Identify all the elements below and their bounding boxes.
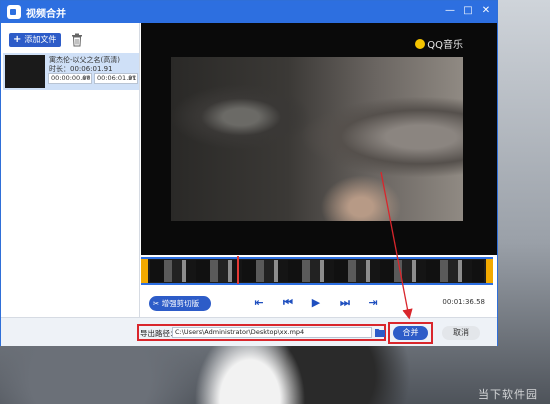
list-item[interactable]: 寓杰伦-以父之名(高清) 时长：00:06:01.91 00:00:00.00 … (3, 53, 139, 90)
video-merge-window: 视频合并 — □ ✕ + 添加文件 寓杰伦-以父之名(高清) 时长：00:06:0… (0, 0, 498, 346)
next-frame-icon[interactable]: ⏭ (337, 295, 353, 311)
timeline-end-handle[interactable] (486, 259, 493, 283)
app-logo-icon (7, 5, 21, 19)
add-file-label: 添加文件 (24, 35, 57, 44)
qq-music-text: QQ音乐 (427, 40, 463, 51)
time-readout: 00:01:36.58 (442, 298, 485, 306)
timeline[interactable] (141, 256, 493, 285)
export-path-input[interactable]: C:\Users\Administrator\Desktop\xx.mp4 (172, 327, 372, 338)
end-time-stepper[interactable]: 00:06:01.91 ▲▼ (94, 73, 138, 84)
export-path-highlight: 导出路径： C:\Users\Administrator\Desktop\xx.… (137, 324, 386, 341)
bottom-bar: 导出路径： C:\Users\Administrator\Desktop\xx.… (1, 317, 497, 346)
close-button[interactable]: ✕ (479, 4, 493, 18)
merge-button-highlight: 合并 (388, 322, 433, 344)
start-time-stepper[interactable]: 00:00:00.00 ▲▼ (48, 73, 92, 84)
cancel-button[interactable]: 取消 (442, 326, 480, 340)
video-preview[interactable]: QQ音乐 (141, 23, 497, 255)
timeline-start-handle[interactable] (141, 259, 148, 283)
maximize-button[interactable]: □ (461, 4, 475, 18)
qq-logo-icon (415, 39, 426, 49)
video-frame (171, 57, 463, 221)
play-icon[interactable]: ▶ (308, 295, 324, 311)
site-watermark: 当下软件园 (478, 388, 538, 401)
skip-to-start-icon[interactable]: ⇤ (251, 295, 267, 311)
plus-icon: + (13, 34, 22, 45)
video-thumbnail (5, 55, 45, 88)
folder-icon[interactable] (375, 328, 385, 337)
merge-button[interactable]: 合并 (393, 326, 428, 340)
enhance-cut-label: 增强剪切版 (161, 299, 200, 308)
playhead[interactable] (237, 256, 239, 284)
minimize-button[interactable]: — (443, 4, 457, 18)
window-title: 视频合并 (26, 9, 66, 20)
qq-music-logo: QQ音乐 (415, 36, 463, 51)
file-list-panel: + 添加文件 寓杰伦-以父之名(高清) 时长：00:06:01.91 00:00:… (1, 23, 140, 317)
enhance-cut-button[interactable]: ✂ 增强剪切版 (149, 296, 211, 311)
spin-arrows-icon[interactable]: ▲▼ (82, 74, 90, 83)
playback-controls: ✂ 增强剪切版 ⇤ ⏮ ▶ ⏭ ⇥ 00:01:36.58 (141, 287, 497, 317)
timeline-thumbnails (150, 260, 484, 282)
spin-arrows-icon[interactable]: ▲▼ (128, 74, 136, 83)
skip-to-end-icon[interactable]: ⇥ (365, 295, 381, 311)
prev-frame-icon[interactable]: ⏮ (280, 295, 296, 311)
add-file-button[interactable]: + 添加文件 (9, 33, 61, 47)
title-bar: 视频合并 — □ ✕ (1, 1, 497, 23)
scissors-icon: ✂ (153, 299, 162, 308)
trash-icon[interactable] (71, 33, 83, 47)
